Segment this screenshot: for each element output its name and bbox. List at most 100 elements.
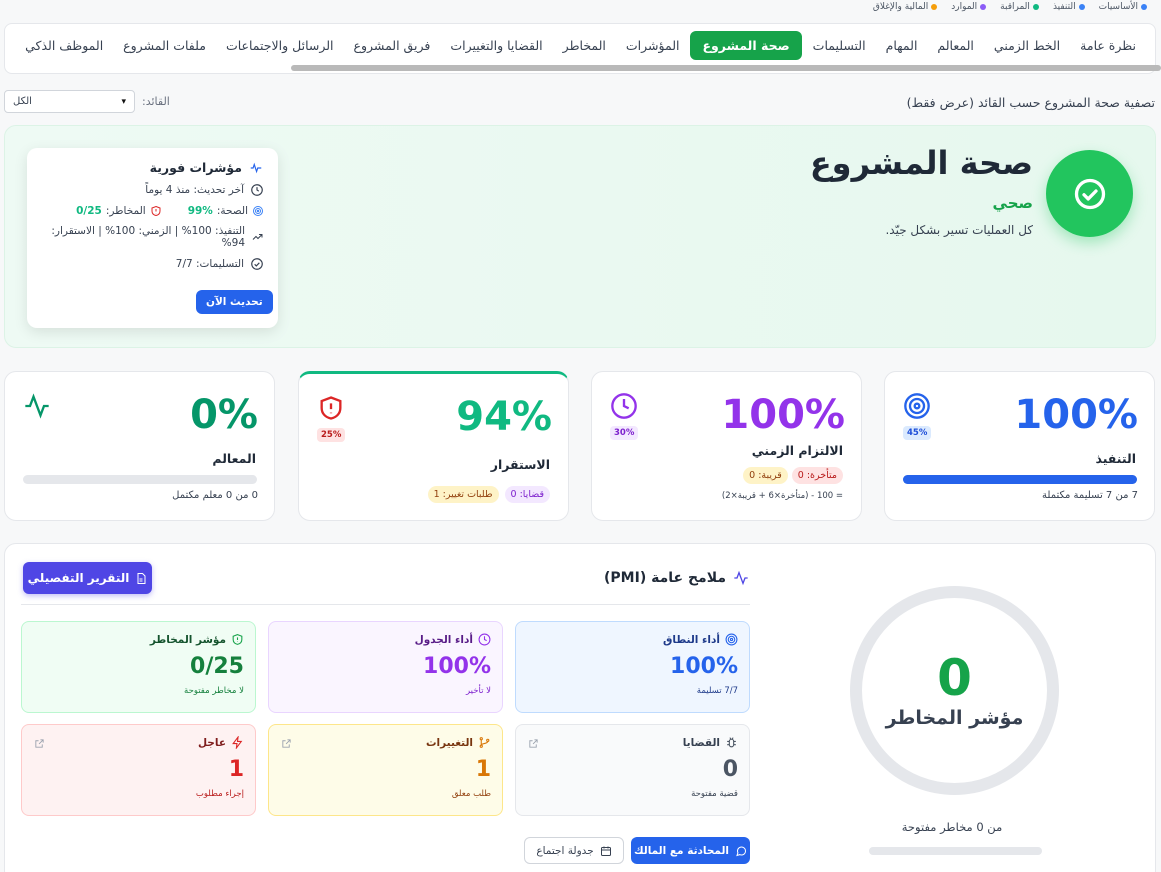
tab-indicators[interactable]: المؤشرات (617, 31, 689, 60)
execution-progress-fill (903, 475, 1137, 484)
activity-icon (734, 570, 748, 586)
clock-icon (478, 633, 491, 646)
tabs-scrollbar[interactable] (291, 65, 1161, 71)
hero-description: كل العمليات تسير بشكل جيّد. (885, 223, 1033, 237)
zap-icon (232, 736, 243, 749)
tabs-bar: نظرة عامة الخط الزمني المعالم المهام الت… (4, 23, 1161, 74)
target-icon (253, 206, 263, 216)
execution-row: التنفيذ: 100% | الزمني: 100% | الاستقرار… (41, 225, 264, 249)
stability-weight-badge: 25% (317, 428, 346, 442)
issues-tile[interactable]: القضايا 0 قضية مفتوحة (515, 724, 750, 816)
milestones-card: 0% المعالم 0 من 0 معلم مكتمل (4, 371, 275, 521)
tab-team[interactable]: فريق المشروع (345, 31, 440, 60)
changes-tile-sub: طلب معلق (451, 789, 491, 799)
tab-files[interactable]: ملفات المشروع (114, 31, 215, 60)
detailed-report-button[interactable]: التقرير التفصيلي (23, 562, 152, 594)
risk-tile-value: 0/25 (190, 654, 244, 679)
leader-label: القائد: (142, 95, 170, 108)
live-indicators-title: مؤشرات فورية (41, 160, 264, 175)
chat-owner-button[interactable]: المحادثة مع المالك (631, 837, 750, 864)
legend-item: التنفيذ (1053, 2, 1085, 12)
file-icon (137, 572, 146, 584)
shield-icon (232, 634, 243, 645)
scope-tile: أداء النطاق 100% 7/7 تسليمة (515, 621, 750, 713)
schedule-value: 100% (721, 392, 845, 438)
chevron-down-icon: ▾ (121, 96, 126, 107)
external-link-icon[interactable] (281, 738, 292, 749)
milestones-label: المعالم (212, 451, 256, 466)
refresh-now-button[interactable]: تحديث الآن (196, 290, 273, 314)
tab-overview[interactable]: نظرة عامة (1071, 31, 1145, 60)
external-link-icon[interactable] (528, 738, 539, 749)
stability-pills: قضايا: 0 طلبات تغيير: 1 (427, 486, 550, 503)
shield-alert-icon (320, 396, 342, 420)
risks-value: 0/25 (76, 205, 102, 217)
health-value: 99% (187, 205, 213, 217)
phase-legend: الأساسيات التنفيذ المراقبة الموارد المال… (873, 2, 1147, 12)
milestones-progress (23, 475, 257, 484)
activity-icon (250, 162, 262, 173)
check-circle-small-icon (251, 258, 263, 270)
chat-icon (736, 846, 747, 856)
execution-progress (903, 475, 1137, 484)
tab-milestones[interactable]: المعالم (928, 31, 982, 60)
shield-alert-icon (151, 205, 161, 217)
clock-icon (611, 393, 637, 419)
legend-item: الموارد (951, 2, 987, 12)
execution-weight-badge: 45% (903, 426, 932, 440)
tab-messages-meetings[interactable]: الرسائل والاجتماعات (217, 31, 343, 60)
pmi-title: ملامح عامة (PMI) (604, 570, 750, 586)
tab-timeline[interactable]: الخط الزمني (985, 31, 1069, 60)
hero-title: صحة المشروع (809, 144, 1033, 182)
stability-card: 94% الاستقرار 25% قضايا: 0 طلبات تغيير: … (298, 371, 569, 521)
scope-value: 100% (670, 654, 738, 679)
risk-index-sub: من 0 مخاطر مفتوحة (901, 820, 1003, 834)
clock-icon (251, 184, 263, 196)
target-icon (904, 393, 930, 419)
issues-tile-title: القضايا (682, 736, 720, 749)
activity-icon (25, 393, 49, 419)
schedule-formula: = 100 - (متأخرة×6 + قريبة×2) (721, 491, 843, 501)
stability-value: 94% (456, 394, 552, 440)
deliverables-row: التسليمات: 7/7 (41, 257, 264, 271)
last-update-row: آخر تحديث: منذ 4 يوماً (41, 183, 264, 197)
scope-title: أداء النطاق (663, 633, 720, 646)
changes-tile-title: التغييرات (425, 736, 473, 749)
leader-select[interactable]: ▾ الكل (4, 90, 135, 113)
execution-value: 100% (1014, 392, 1138, 438)
health-risk-row: الصحة: 99% المخاطر: 0/25 (41, 205, 264, 217)
tab-risks[interactable]: المخاطر (554, 31, 615, 60)
urgent-tile[interactable]: عاجل 1 إجراء مطلوب (21, 724, 256, 816)
risk-index-value: 0 (937, 648, 972, 707)
risk-tile-sub: لا مخاطر مفتوحة (184, 686, 244, 696)
schedule-label: الالتزام الزمني (751, 443, 843, 458)
schedule-meeting-button[interactable]: جدولة اجتماع (524, 837, 624, 864)
urgent-tile-title: عاجل (197, 736, 226, 749)
schedule-card: 100% الالتزام الزمني 30% متأخرة: 0 قريبة… (591, 371, 862, 521)
schedule-tile: أداء الجدول 100% لا تأخير (268, 621, 503, 713)
target-icon (725, 633, 738, 646)
issues-pill: قضايا: 0 (504, 486, 550, 503)
git-branch-icon (479, 737, 490, 748)
risk-index-bar (869, 847, 1042, 855)
filter-label: تصفية صحة المشروع حسب القائد (عرض فقط) (906, 95, 1155, 110)
tab-issues-changes[interactable]: القضايا والتغييرات (441, 31, 551, 60)
tab-ai-employee[interactable]: الموظف الذكي (16, 31, 112, 60)
tab-tasks[interactable]: المهام (877, 31, 927, 60)
milestones-value: 0% (190, 392, 258, 438)
tab-deliverables[interactable]: التسليمات (804, 31, 875, 60)
health-hero: صحة المشروع صحي كل العمليات تسير بشكل جي… (4, 125, 1156, 348)
schedule-pills: متأخرة: 0 قريبة: 0 (743, 467, 843, 484)
schedule-tile-sub: لا تأخير (465, 686, 491, 696)
pmi-divider (21, 604, 750, 605)
check-circle-icon (1046, 150, 1133, 237)
changes-tile[interactable]: التغييرات 1 طلب معلق (268, 724, 503, 816)
execution-card: 100% التنفيذ 45% 7 من 7 تسليمة مكتملة (884, 371, 1155, 521)
external-link-icon[interactable] (34, 738, 45, 749)
risk-index-label: مؤشر المخاطر (885, 706, 1024, 729)
legend-item: المراقبة (1000, 2, 1039, 12)
execution-label: التنفيذ (1095, 451, 1136, 466)
hero-status: صحي (992, 194, 1033, 212)
tab-project-health[interactable]: صحة المشروع (690, 31, 802, 60)
leader-select-value: الكل (13, 96, 32, 107)
